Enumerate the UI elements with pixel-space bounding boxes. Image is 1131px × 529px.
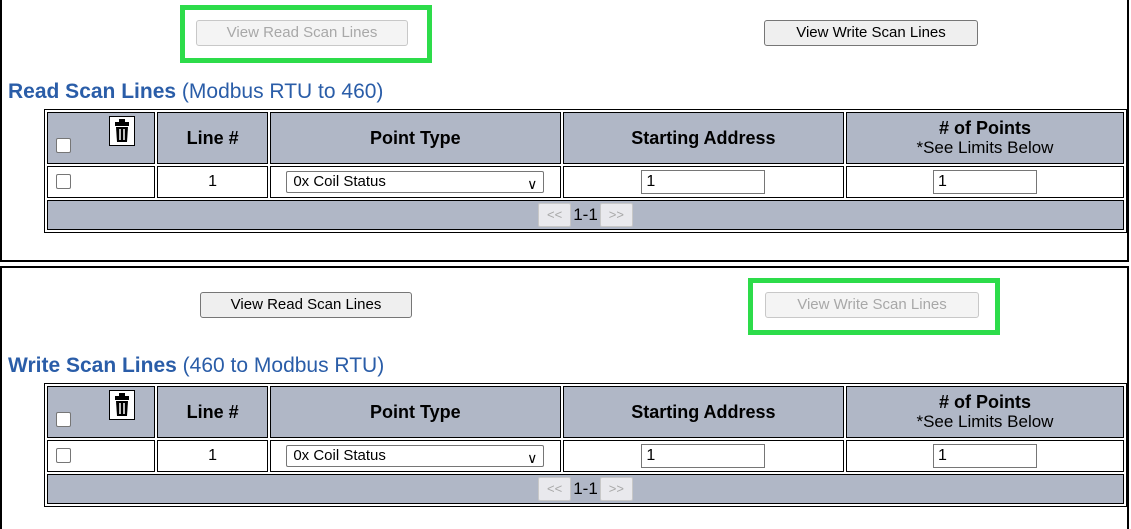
table-header-row: Line # Point Type Starting Address # of …: [47, 386, 1124, 438]
next-page-button[interactable]: >>: [599, 203, 633, 227]
section-title-main: Write Scan Lines: [8, 354, 177, 377]
number-of-points-input[interactable]: 1: [932, 170, 1037, 194]
row-select-cell: [47, 166, 156, 198]
point-type-selected-value: 0x Coil Status: [293, 173, 386, 190]
view-write-scan-lines-button[interactable]: View Write Scan Lines: [765, 292, 979, 318]
select-all-checkbox[interactable]: [56, 137, 71, 153]
select-all-header: [47, 386, 156, 438]
line-number-cell: 1: [157, 166, 268, 198]
number-of-points-header: # of Points *See Limits Below: [845, 112, 1124, 164]
starting-address-header: Starting Address: [562, 112, 844, 164]
pagination-bar: << 1-1 >>: [47, 200, 1124, 230]
previous-page-button[interactable]: <<: [538, 477, 572, 501]
view-read-scan-lines-button[interactable]: View Read Scan Lines: [196, 20, 408, 46]
view-read-scan-lines-button[interactable]: View Read Scan Lines: [200, 292, 412, 318]
starting-address-cell: 1: [562, 166, 844, 198]
select-all-checkbox[interactable]: [56, 411, 71, 427]
section-title: Write Scan Lines (460 to Modbus RTU): [8, 354, 384, 378]
point-type-cell: 0x Coil Status ∨: [269, 440, 561, 472]
trash-icon[interactable]: [109, 116, 136, 146]
trash-icon[interactable]: [109, 390, 136, 420]
number-of-points-header: # of Points *See Limits Below: [845, 386, 1124, 438]
point-type-select[interactable]: 0x Coil Status ∨: [286, 171, 545, 193]
point-type-header: Point Type: [269, 112, 561, 164]
point-type-header: Point Type: [269, 386, 561, 438]
line-number-header: Line #: [157, 112, 268, 164]
write-scan-lines-panel: View Read Scan Lines View Write Scan Lin…: [0, 266, 1129, 529]
number-of-points-cell: 1: [845, 440, 1124, 472]
row-select-checkbox[interactable]: [56, 174, 71, 190]
point-type-selected-value: 0x Coil Status: [293, 447, 386, 464]
scan-lines-table: Line # Point Type Starting Address # of …: [44, 109, 1127, 233]
number-of-points-label: # of Points: [938, 118, 1031, 138]
page-range-label: 1-1: [573, 479, 598, 498]
starting-address-cell: 1: [562, 440, 844, 472]
next-page-button[interactable]: >>: [599, 477, 633, 501]
previous-page-button[interactable]: <<: [538, 203, 572, 227]
pagination-bar: << 1-1 >>: [47, 474, 1124, 504]
pagination-row: << 1-1 >>: [47, 200, 1124, 230]
table-row: 1 0x Coil Status ∨ 1 1: [47, 166, 1124, 198]
read-scan-lines-panel: View Read Scan Lines View Write Scan Lin…: [0, 0, 1129, 262]
point-type-select[interactable]: 0x Coil Status ∨: [286, 445, 545, 467]
number-of-points-label: # of Points: [938, 392, 1031, 412]
table-row: 1 0x Coil Status ∨ 1 1: [47, 440, 1124, 472]
section-title: Read Scan Lines (Modbus RTU to 460): [8, 80, 383, 104]
view-write-scan-lines-button[interactable]: View Write Scan Lines: [764, 20, 978, 46]
chevron-down-icon: ∨: [527, 450, 538, 466]
scan-lines-table: Line # Point Type Starting Address # of …: [44, 383, 1127, 507]
point-type-cell: 0x Coil Status ∨: [269, 166, 561, 198]
page-range-label: 1-1: [573, 205, 598, 224]
number-of-points-cell: 1: [845, 166, 1124, 198]
see-limits-note: *See Limits Below: [916, 412, 1054, 431]
row-select-checkbox[interactable]: [56, 448, 71, 464]
table-header-row: Line # Point Type Starting Address # of …: [47, 112, 1124, 164]
number-of-points-input[interactable]: 1: [932, 444, 1037, 468]
section-title-subtitle: (Modbus RTU to 460): [176, 80, 384, 103]
starting-address-header: Starting Address: [562, 386, 844, 438]
line-number-header: Line #: [157, 386, 268, 438]
row-select-cell: [47, 440, 156, 472]
starting-address-input[interactable]: 1: [641, 170, 766, 194]
line-number-cell: 1: [157, 440, 268, 472]
select-all-header: [47, 112, 156, 164]
see-limits-note: *See Limits Below: [916, 138, 1054, 157]
starting-address-input[interactable]: 1: [641, 444, 766, 468]
section-title-main: Read Scan Lines: [8, 80, 177, 103]
chevron-down-icon: ∨: [527, 176, 538, 192]
section-title-subtitle: (460 to Modbus RTU): [176, 354, 385, 377]
pagination-row: << 1-1 >>: [47, 474, 1124, 504]
